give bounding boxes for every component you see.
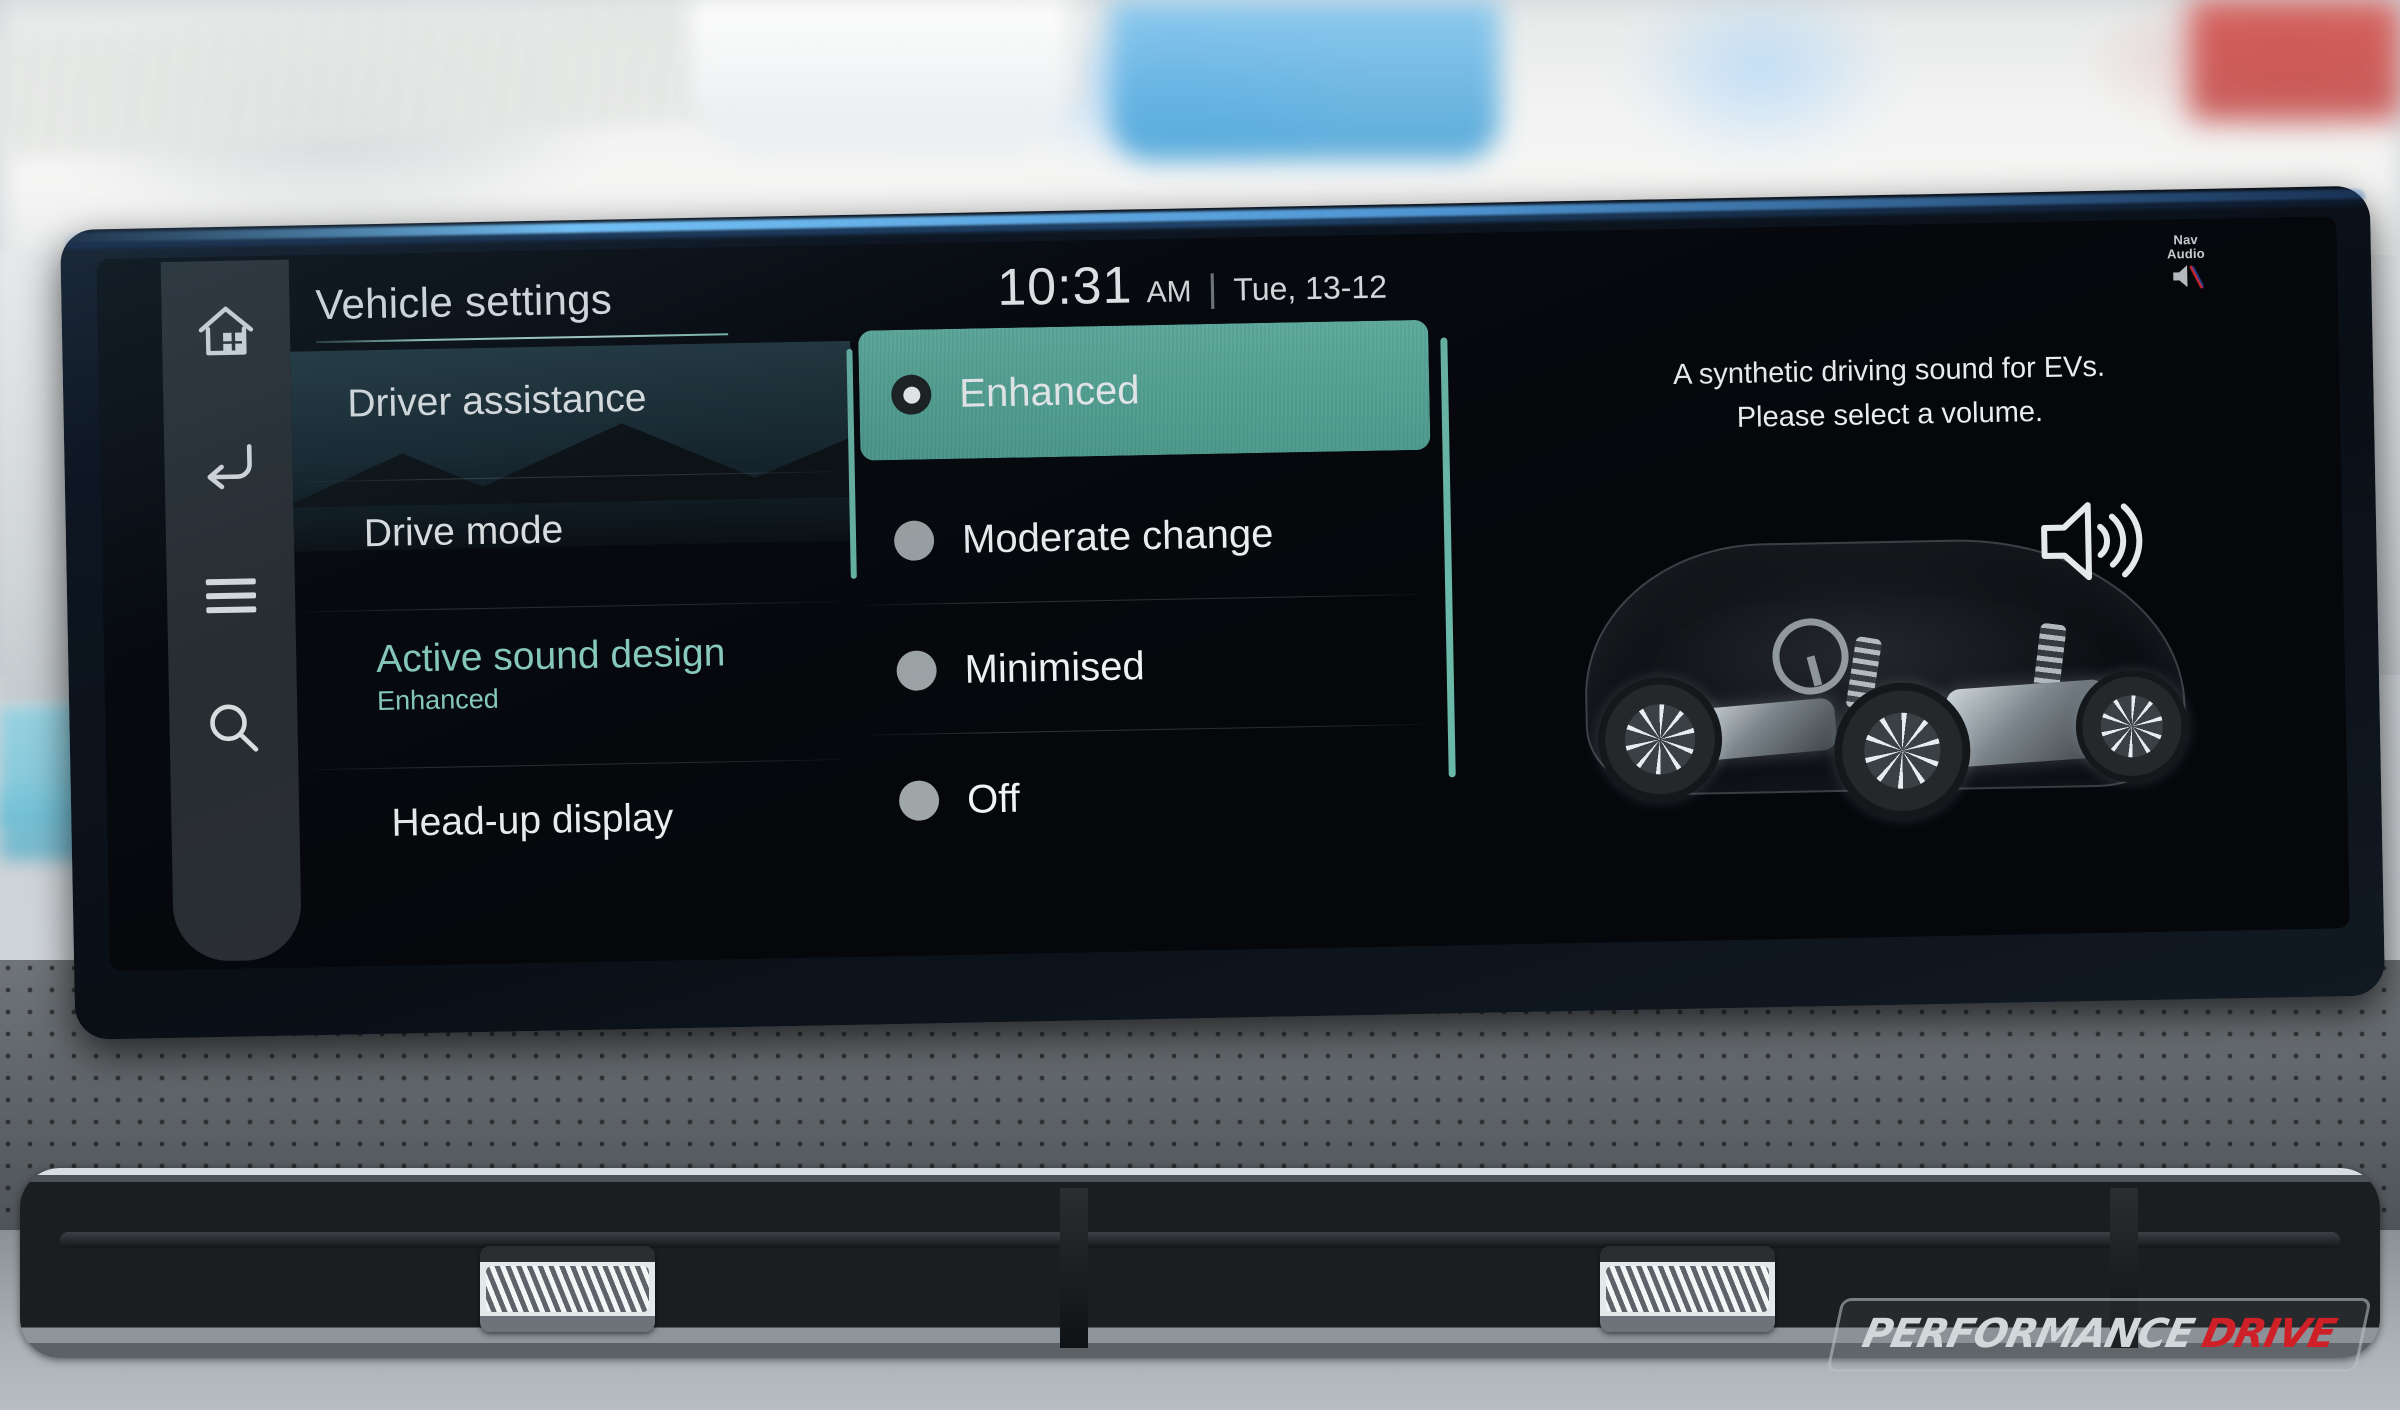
rail-back-button[interactable] [191, 426, 266, 501]
air-vent-knob [1600, 1246, 1775, 1332]
car-wheel [1833, 681, 1972, 821]
back-icon [197, 436, 260, 491]
radio-button-selected [890, 374, 932, 416]
clock-time: 10:31 [996, 256, 1133, 318]
clock-separator: | [1207, 267, 1218, 310]
infotainment-screen-housing: Vehicle settings 10:31 AM | Tue, 13-12 N… [60, 185, 2386, 1040]
menu-item-sublabel: Enhanced [376, 683, 499, 716]
info-panel: A synthetic driving sound for EVs. Pleas… [1478, 313, 2310, 945]
info-description: A synthetic driving sound for EVs. Pleas… [1479, 341, 2301, 445]
page-title: Vehicle settings [315, 275, 613, 329]
nav-audio-label-line1: Nav [2173, 231, 2199, 248]
background-red-object [2190, 0, 2400, 120]
status-clock: 10:31 AM | Tue, 13-12 [997, 251, 1388, 318]
air-vent-divider [1060, 1188, 1088, 1348]
settings-menu-list: Driver assistance Drive mode Active soun… [290, 340, 863, 968]
option-enhanced[interactable]: Enhanced [858, 319, 1431, 461]
ev-chassis-illustration [1541, 480, 2248, 883]
menu-item-label: Active sound design [375, 631, 726, 682]
infotainment-display: Vehicle settings 10:31 AM | Tue, 13-12 N… [96, 216, 2350, 972]
home-icon [194, 302, 257, 361]
option-off[interactable]: Off [866, 726, 1430, 867]
vehicle-settings-screen: Vehicle settings 10:31 AM | Tue, 13-12 N… [97, 216, 2350, 971]
nav-audio-label-line2: Audio [2166, 245, 2205, 262]
background-blue-car [1110, 0, 1500, 160]
option-minimised[interactable]: Minimised [863, 596, 1427, 737]
option-label: Off [966, 776, 1021, 822]
air-vent-slot [60, 1232, 2340, 1248]
radio-button [893, 520, 935, 562]
option-label: Minimised [964, 643, 1146, 692]
speaker-muted-icon [2169, 261, 2205, 297]
option-label: Moderate change [961, 511, 1274, 562]
rail-menu-button[interactable] [193, 558, 268, 633]
speaker-volume-icon [2033, 494, 2145, 593]
background-white-car [690, 0, 1070, 150]
navigation-rail [160, 259, 303, 962]
menu-item-label: Head-up display [391, 796, 674, 845]
nav-audio-indicator: Nav Audio [2166, 231, 2206, 297]
car-wheel [2074, 669, 2189, 784]
radio-button [898, 780, 940, 821]
watermark-text-performance: PERFORMANCE [1858, 1311, 2198, 1357]
page-title-block: Vehicle settings [315, 273, 746, 344]
rail-home-button[interactable] [188, 294, 263, 369]
clock-date: Tue, 13-12 [1233, 268, 1388, 308]
menu-divider [306, 759, 841, 771]
rail-search-button[interactable] [196, 690, 271, 765]
option-moderate-change[interactable]: Moderate change [861, 466, 1425, 607]
search-icon [204, 698, 263, 757]
mountain-shape [702, 433, 863, 500]
sound-design-options: Enhanced Moderate change Minimised Off [858, 319, 1450, 955]
menu-item-head-up-display[interactable]: Head-up display [391, 791, 862, 846]
watermark-text-drive: DRIVE [2198, 1311, 2341, 1357]
radio-button [896, 650, 937, 692]
clock-ampm: AM [1146, 275, 1192, 310]
option-label: Enhanced [958, 367, 1140, 416]
performance-drive-watermark: PERFORMANCE DRIVE [1826, 1298, 2372, 1372]
page-title-underline [316, 333, 729, 344]
air-vent-knob [480, 1246, 655, 1332]
menu-divider [303, 601, 838, 613]
menu-item-active-sound-design[interactable]: Active sound design Enhanced [376, 627, 862, 717]
menu-icon [202, 573, 261, 618]
